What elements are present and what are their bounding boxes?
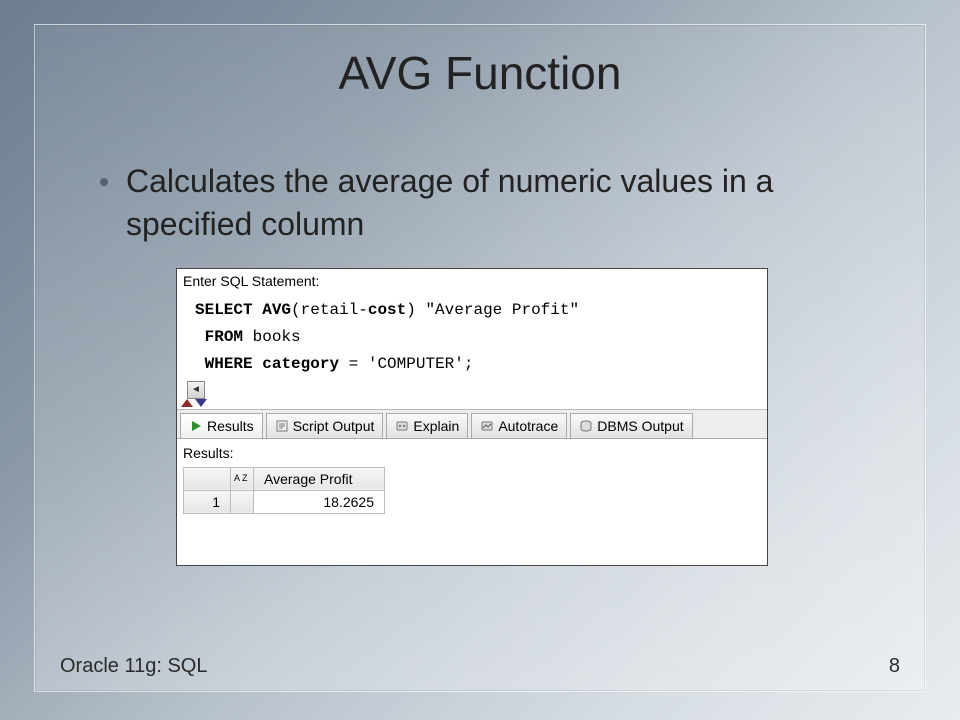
explain-icon (395, 419, 409, 433)
bullet-dot-icon (100, 178, 108, 186)
tab-results[interactable]: Results (180, 413, 263, 438)
code-expr-close: ) "Average Profit" (406, 301, 579, 319)
code-expr-open: (retail- (291, 301, 368, 319)
sql-prompt-label: Enter SQL Statement: (177, 269, 767, 293)
tab-label: DBMS Output (597, 418, 683, 434)
grid-data-row[interactable]: 1 18.2625 (184, 490, 385, 513)
page-number: 8 (889, 655, 900, 678)
tab-dbms-output[interactable]: DBMS Output (570, 413, 692, 438)
cell-average-profit-value: 18.2625 (254, 490, 385, 513)
footer-text: Oracle 11g: SQL (60, 655, 207, 678)
play-icon (189, 419, 203, 433)
horizontal-scrollbar[interactable]: ◄ (177, 381, 767, 399)
splitter-handles[interactable] (177, 399, 767, 409)
code-where-rest: = 'COMPUTER'; (339, 355, 473, 373)
bullet-text: Calculates the average of numeric values… (126, 160, 860, 246)
slide: AVG Function Calculates the average of n… (0, 0, 960, 720)
code-from-table: books (243, 328, 301, 346)
grid-corner-cell (184, 467, 231, 490)
tab-label: Results (207, 418, 254, 434)
sql-worksheet-panel: Enter SQL Statement: SELECT AVG(retail-c… (176, 268, 768, 566)
dbms-icon (579, 419, 593, 433)
kw-select: SELECT (195, 301, 253, 319)
kw-category: category (262, 355, 339, 373)
scroll-left-button[interactable]: ◄ (187, 381, 205, 399)
tab-explain[interactable]: Explain (386, 413, 468, 438)
kw-avg: AVG (262, 301, 291, 319)
tab-label: Autotrace (498, 418, 558, 434)
results-area: Results: A Z Average Profit 1 18.2625 (177, 438, 767, 514)
column-header-average-profit[interactable]: Average Profit (254, 467, 385, 490)
bullet-item: Calculates the average of numeric values… (100, 160, 860, 246)
results-label: Results: (183, 443, 761, 467)
tab-script-output[interactable]: Script Output (266, 413, 384, 438)
results-tabbar: Results Script Output Explain Autotrace (177, 409, 767, 438)
kw-cost: cost (368, 301, 406, 319)
slide-title: AVG Function (0, 46, 960, 100)
kw-from: FROM (205, 328, 243, 346)
sql-editor[interactable]: SELECT AVG(retail-cost) "Average Profit"… (177, 293, 767, 379)
grid-header-row: A Z Average Profit (184, 467, 385, 490)
kw-where: WHERE (205, 355, 253, 373)
script-icon (275, 419, 289, 433)
triangle-down-icon (195, 399, 207, 407)
tab-autotrace[interactable]: Autotrace (471, 413, 567, 438)
triangle-up-icon (181, 399, 193, 407)
results-grid: A Z Average Profit 1 18.2625 (183, 467, 385, 514)
autotrace-icon (480, 419, 494, 433)
tab-label: Explain (413, 418, 459, 434)
row-number-cell: 1 (184, 490, 231, 513)
sort-az-icon[interactable]: A Z (231, 467, 254, 490)
row-gutter-cell (231, 490, 254, 513)
tab-label: Script Output (293, 418, 375, 434)
